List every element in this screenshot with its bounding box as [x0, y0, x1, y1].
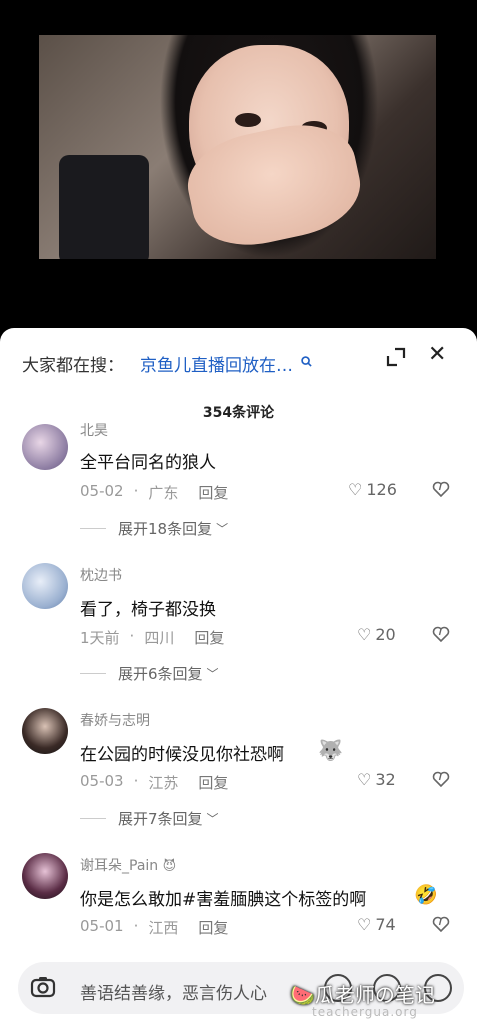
- like-button[interactable]: ♡ 20: [357, 625, 396, 644]
- watermelon-icon: 🍉: [290, 983, 315, 1007]
- close-icon[interactable]: ✕: [428, 344, 446, 366]
- expand-replies-button[interactable]: 展开18条回复 ﹀: [80, 518, 228, 539]
- eye-shape: [235, 113, 261, 127]
- comment-location: 江苏: [148, 774, 179, 792]
- like-count: 20: [375, 625, 396, 644]
- search-label: 大家都在搜：: [22, 355, 124, 376]
- chair-shape: [59, 155, 149, 259]
- reply-button[interactable]: 回复: [198, 482, 228, 503]
- like-button[interactable]: ♡ 126: [348, 480, 397, 499]
- search-query-link[interactable]: 京鱼儿直播回放在…: [140, 351, 293, 376]
- like-count: 74: [375, 915, 396, 934]
- comment-input-placeholder[interactable]: 善语结善缘，恶言伤人心: [80, 979, 267, 1004]
- avatar[interactable]: [22, 563, 68, 609]
- video-thumbnail[interactable]: [39, 35, 436, 259]
- heart-icon: ♡: [357, 915, 372, 934]
- expand-replies-label: 展开7条回复: [118, 810, 203, 828]
- like-count: 126: [366, 480, 397, 499]
- watermark: 🍉瓜老师の笔记: [290, 979, 435, 1008]
- comment-text: 你是怎么敢加#害羞腼腆这个标签的啊: [80, 890, 367, 910]
- comment-text: 全平台同名的狼人: [80, 453, 216, 473]
- watermark-text: 瓜老师の笔记: [314, 983, 435, 1007]
- fullscreen-icon[interactable]: [385, 346, 407, 368]
- comment-count: 354条评论: [202, 405, 275, 421]
- dislike-icon[interactable]: [432, 625, 450, 647]
- comments-sheet: 大家都在搜： 京鱼儿直播回放在… ✕ 354条评论 北昊 全平台同名的狼人 05…: [0, 328, 477, 1024]
- comment-date: 05-03: [80, 772, 124, 790]
- expand-replies-label: 展开18条回复: [118, 520, 213, 538]
- reply-button[interactable]: 回复: [198, 772, 228, 793]
- chevron-down-icon: ﹀: [206, 667, 219, 681]
- separator-dot: ·: [133, 772, 139, 790]
- like-count: 32: [375, 770, 396, 789]
- expand-replies-button[interactable]: 展开7条回复 ﹀: [80, 808, 219, 829]
- avatar[interactable]: [22, 424, 68, 470]
- comment-username[interactable]: 枕边书: [80, 565, 122, 585]
- comment-username[interactable]: 春娇与志明: [80, 710, 150, 730]
- like-button[interactable]: ♡ 74: [357, 915, 396, 934]
- like-button[interactable]: ♡ 32: [357, 770, 396, 789]
- divider-line: [80, 528, 106, 529]
- video-player[interactable]: [0, 0, 477, 330]
- comment-username[interactable]: 北昊: [80, 420, 108, 440]
- separator-dot: ·: [129, 627, 135, 645]
- laughing-emoji-icon: 🤣: [414, 884, 438, 906]
- comment-location: 广东: [148, 484, 179, 502]
- avatar[interactable]: [22, 708, 68, 754]
- comment-meta: 1天前 · 四川 回复: [80, 627, 224, 648]
- separator-dot: ·: [133, 482, 139, 500]
- chevron-down-icon: ﹀: [216, 522, 229, 536]
- comment-text: 在公园的时候没见你社恐啊: [80, 745, 284, 765]
- dislike-icon[interactable]: [432, 770, 450, 792]
- watermark-url: teachergua.org: [312, 1005, 418, 1019]
- comment-username[interactable]: 谢耳朵_Pain 😈: [80, 855, 176, 875]
- comment-input-bar: 善语结善缘，恶言伤人心 🍉瓜老师の笔记 teachergua.org: [0, 935, 477, 1024]
- comment-meta: 05-02 · 广东 回复: [80, 482, 228, 503]
- search-suggestion[interactable]: 大家都在搜： 京鱼儿直播回放在…: [22, 350, 312, 376]
- avatar[interactable]: [22, 853, 68, 899]
- heart-icon: ♡: [348, 480, 363, 499]
- comment-date: 1天前: [80, 629, 120, 647]
- reply-button[interactable]: 回复: [194, 627, 224, 648]
- expand-replies-label: 展开6条回复: [118, 665, 203, 683]
- comment-text: 看了，椅子都没换: [80, 600, 216, 620]
- divider-line: [80, 818, 106, 819]
- comment-meta: 05-03 · 江苏 回复: [80, 772, 228, 793]
- heart-icon: ♡: [357, 770, 372, 789]
- dislike-icon[interactable]: [432, 915, 450, 937]
- heart-icon: ♡: [357, 625, 372, 644]
- devil-emoji-icon: 😈: [162, 859, 177, 874]
- search-icon[interactable]: [301, 355, 312, 371]
- comment-username-text: 谢耳朵_Pain: [80, 858, 159, 874]
- divider-line: [80, 673, 106, 674]
- camera-icon[interactable]: [30, 974, 56, 1000]
- comment-date: 05-02: [80, 482, 124, 500]
- wolf-emoji-icon: 🐺: [318, 738, 343, 762]
- dislike-icon[interactable]: [432, 480, 450, 502]
- chevron-down-icon: ﹀: [206, 812, 219, 826]
- comment-location: 四川: [144, 629, 175, 647]
- expand-replies-button[interactable]: 展开6条回复 ﹀: [80, 663, 219, 684]
